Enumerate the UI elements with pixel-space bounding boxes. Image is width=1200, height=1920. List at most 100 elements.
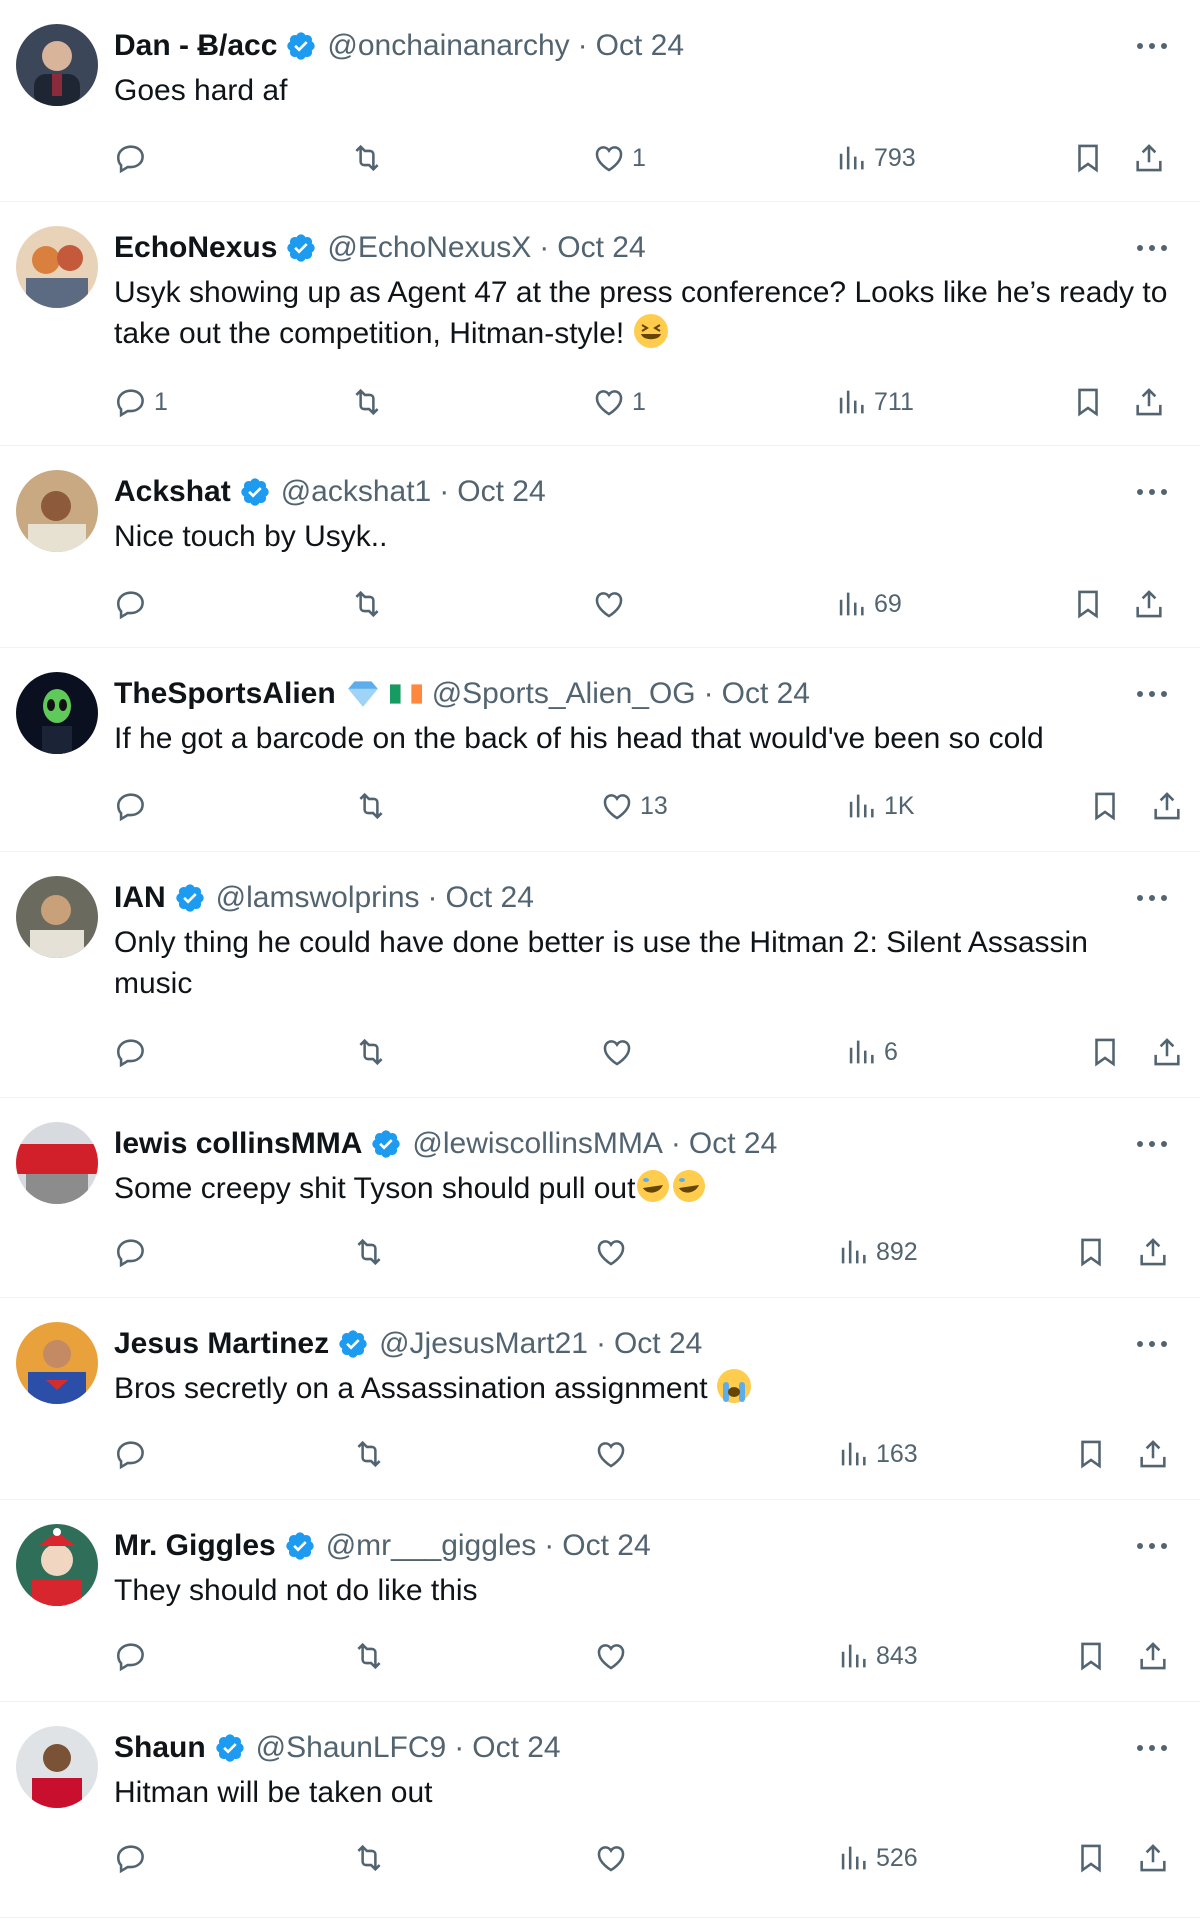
reply-button[interactable] <box>114 584 154 624</box>
user-handle[interactable]: @EchoNexusX <box>327 231 531 265</box>
display-name[interactable]: Jesus Martinez <box>114 1327 329 1361</box>
reply-tweet[interactable]: Dan - Ƀ/acc @onchainanarchy · Oct 24 Goe… <box>0 0 1200 202</box>
share-button[interactable] <box>1136 1232 1170 1272</box>
bookmark-button[interactable] <box>1074 1232 1108 1272</box>
bookmark-button[interactable] <box>1088 1032 1122 1072</box>
like-button[interactable] <box>600 1032 640 1072</box>
share-button[interactable] <box>1132 382 1166 422</box>
reply-button[interactable]: 1 <box>114 382 168 422</box>
retweet-button[interactable] <box>350 584 384 624</box>
retweet-button[interactable] <box>354 1032 388 1072</box>
reply-button[interactable] <box>114 1838 154 1878</box>
like-button[interactable] <box>592 584 632 624</box>
display-name[interactable]: Dan - Ƀ/acc <box>114 29 277 63</box>
more-icon[interactable] <box>1134 484 1170 500</box>
views-button[interactable]: 6 <box>844 1032 898 1072</box>
bookmark-button[interactable] <box>1088 786 1122 826</box>
tweet-date[interactable]: Oct 24 <box>457 475 545 509</box>
avatar[interactable] <box>16 1726 98 1808</box>
share-button[interactable] <box>1132 584 1166 624</box>
share-button[interactable] <box>1150 786 1184 826</box>
display-name[interactable]: Shaun <box>114 1731 206 1765</box>
reply-button[interactable] <box>114 1232 154 1272</box>
retweet-button[interactable] <box>352 1434 386 1474</box>
reply-button[interactable] <box>114 786 154 826</box>
like-button[interactable] <box>594 1636 634 1676</box>
tweet-date[interactable]: Oct 24 <box>557 231 645 265</box>
user-handle[interactable]: @mr___giggles <box>326 1529 537 1563</box>
bookmark-button[interactable] <box>1074 1434 1108 1474</box>
like-button[interactable] <box>594 1232 634 1272</box>
share-button[interactable] <box>1136 1434 1170 1474</box>
avatar[interactable] <box>16 672 98 754</box>
more-icon[interactable] <box>1134 1740 1170 1756</box>
tweet-date[interactable]: Oct 24 <box>689 1127 777 1161</box>
like-button[interactable]: 1 <box>592 138 646 178</box>
reply-tweet[interactable]: lewis collinsMMA @lewiscollinsMMA · Oct … <box>0 1098 1200 1298</box>
bookmark-button[interactable] <box>1071 138 1105 178</box>
like-button[interactable] <box>594 1838 634 1878</box>
retweet-button[interactable] <box>354 786 388 826</box>
reply-button[interactable] <box>114 1434 154 1474</box>
more-icon[interactable] <box>1134 890 1170 906</box>
user-handle[interactable]: @JjesusMart21 <box>379 1327 588 1361</box>
avatar[interactable] <box>16 226 98 308</box>
share-button[interactable] <box>1132 138 1166 178</box>
share-button[interactable] <box>1136 1838 1170 1878</box>
user-handle[interactable]: @lamswolprins <box>216 881 420 915</box>
reply-button[interactable] <box>114 1032 154 1072</box>
views-button[interactable]: 892 <box>836 1232 918 1272</box>
avatar[interactable] <box>16 876 98 958</box>
more-icon[interactable] <box>1134 38 1170 54</box>
tweet-date[interactable]: Oct 24 <box>722 677 810 711</box>
tweet-date[interactable]: Oct 24 <box>614 1327 702 1361</box>
views-button[interactable]: 163 <box>836 1434 918 1474</box>
retweet-button[interactable] <box>350 382 384 422</box>
tweet-date[interactable]: Oct 24 <box>596 29 684 63</box>
avatar[interactable] <box>16 470 98 552</box>
more-icon[interactable] <box>1134 1336 1170 1352</box>
display-name[interactable]: TheSportsAlien <box>114 677 336 711</box>
bookmark-button[interactable] <box>1071 382 1105 422</box>
reply-tweet[interactable]: Mr. Giggles @mr___giggles · Oct 24 They … <box>0 1500 1200 1702</box>
views-button[interactable]: 526 <box>836 1838 918 1878</box>
retweet-button[interactable] <box>350 138 390 178</box>
display-name[interactable]: IAN <box>114 881 166 915</box>
views-button[interactable]: 711 <box>834 382 914 422</box>
more-icon[interactable] <box>1134 240 1170 256</box>
user-handle[interactable]: @ShaunLFC9 <box>256 1731 447 1765</box>
avatar[interactable] <box>16 1322 98 1404</box>
retweet-button[interactable] <box>352 1232 386 1272</box>
more-icon[interactable] <box>1134 1136 1170 1152</box>
like-button[interactable]: 13 <box>600 786 668 826</box>
reply-tweet[interactable]: TheSportsAlien @Sports_Alien_OG · Oct 24… <box>0 648 1200 852</box>
avatar[interactable] <box>16 1122 98 1204</box>
share-button[interactable] <box>1150 1032 1184 1072</box>
views-button[interactable]: 843 <box>836 1636 918 1676</box>
more-icon[interactable] <box>1134 1538 1170 1554</box>
views-button[interactable]: 1K <box>844 786 915 826</box>
more-icon[interactable] <box>1134 686 1170 702</box>
reply-tweet[interactable]: Jesus Martinez @JjesusMart21 · Oct 24 Br… <box>0 1298 1200 1500</box>
reply-tweet[interactable]: EchoNexus @EchoNexusX · Oct 24 Usyk show… <box>0 202 1200 446</box>
retweet-button[interactable] <box>352 1636 386 1676</box>
views-button[interactable]: 69 <box>834 584 902 624</box>
reply-tweet[interactable]: Ackshat @ackshat1 · Oct 24 Nice touch by… <box>0 446 1200 648</box>
like-button[interactable]: 1 <box>592 382 646 422</box>
tweet-date[interactable]: Oct 24 <box>446 881 534 915</box>
bookmark-button[interactable] <box>1071 584 1105 624</box>
avatar[interactable] <box>16 24 98 106</box>
user-handle[interactable]: @ackshat1 <box>281 475 432 509</box>
reply-tweet[interactable]: Shaun @ShaunLFC9 · Oct 24 Hitman will be… <box>0 1702 1200 1918</box>
display-name[interactable]: EchoNexus <box>114 231 277 265</box>
avatar[interactable] <box>16 1524 98 1606</box>
user-handle[interactable]: @Sports_Alien_OG <box>432 677 696 711</box>
tweet-date[interactable]: Oct 24 <box>472 1731 560 1765</box>
like-button[interactable] <box>594 1434 634 1474</box>
display-name[interactable]: lewis collinsMMA <box>114 1127 362 1161</box>
display-name[interactable]: Ackshat <box>114 475 231 509</box>
tweet-date[interactable]: Oct 24 <box>562 1529 650 1563</box>
retweet-button[interactable] <box>352 1838 386 1878</box>
share-button[interactable] <box>1136 1636 1170 1676</box>
reply-button[interactable] <box>114 1636 154 1676</box>
